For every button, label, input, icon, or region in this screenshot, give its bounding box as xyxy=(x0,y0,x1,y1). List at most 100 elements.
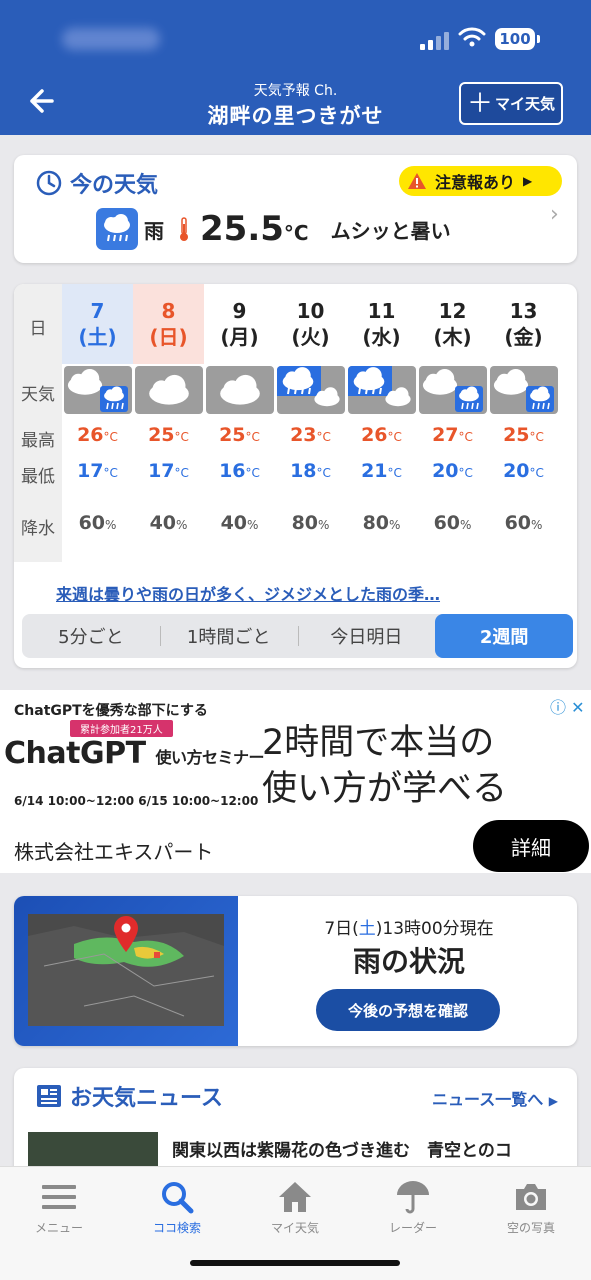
forecast-precip: 80% xyxy=(346,512,417,534)
tab-hourly[interactable]: 1時間ごと xyxy=(159,614,298,658)
tab-today-tomorrow[interactable]: 今日明日 xyxy=(297,614,436,658)
forecast-high: 25°C xyxy=(133,424,204,446)
forecast-dow: (水) xyxy=(362,325,401,349)
tab-search-label: ココ検索 xyxy=(152,1221,201,1235)
forecast-low-value: 18 xyxy=(290,460,317,482)
tab-my-weather-label: マイ天気 xyxy=(270,1221,319,1235)
forecast-date: 7 xyxy=(90,299,105,323)
cloudy-then-rain-icon xyxy=(419,366,487,414)
forecast-precip-value: 80 xyxy=(362,512,390,534)
forecast-high-unit: °C xyxy=(245,430,260,444)
forecast-high: 25°C xyxy=(488,424,559,446)
app-header: 100 天気予報 Ch. 湖畔の里つきがせ ＋マイ天気 xyxy=(0,0,591,135)
tab-radar-label: レーダー xyxy=(388,1221,437,1235)
home-indicator xyxy=(190,1260,400,1266)
forecast-day-13[interactable]: 13 (金) 25°C 20°C 60% xyxy=(488,284,559,562)
current-condition: 雨 xyxy=(144,218,164,243)
news-list-link[interactable]: ニュース一覧へ ▶ xyxy=(432,1086,558,1110)
forecast-low-value: 20 xyxy=(503,460,530,482)
radar-time-prefix: 7日( xyxy=(324,919,359,939)
wifi-icon xyxy=(458,27,486,47)
forecast-low-unit: °C xyxy=(245,466,260,480)
forecast-low-unit: °C xyxy=(174,466,189,480)
tab-menu-label: メニュー xyxy=(34,1221,83,1235)
forecast-low-value: 16 xyxy=(219,460,246,482)
ad-brand: ChatGPT 使い方セミナー xyxy=(4,736,265,771)
cloudy-then-rain-icon xyxy=(490,366,558,414)
battery-icon: 100 xyxy=(495,28,540,50)
cloudy-then-rain-icon xyxy=(64,366,132,414)
tab-radar[interactable]: レーダー xyxy=(358,1175,468,1236)
home-icon xyxy=(240,1175,350,1219)
forecast-day-12[interactable]: 12 (木) 27°C 20°C 60% xyxy=(417,284,488,562)
forecast-day-10[interactable]: 10 (火) 23°C 18°C 80% xyxy=(275,284,346,562)
menu-icon xyxy=(4,1175,114,1219)
forecast-date: 8 xyxy=(161,299,176,323)
forecast-day-header: 7 (土) xyxy=(62,284,133,364)
radar-card[interactable]: 7日(土)13時00分現在 雨の状況 今後の予想を確認 xyxy=(14,896,577,1046)
rain-icon xyxy=(96,208,138,250)
forecast-precip-value: 60 xyxy=(433,512,461,534)
forecast-high-value: 26 xyxy=(361,424,388,446)
forecast-check-button[interactable]: 今後の予想を確認 xyxy=(316,989,500,1031)
tab-my-weather[interactable]: マイ天気 xyxy=(240,1175,350,1236)
ad-brand-name: ChatGPT xyxy=(4,736,146,771)
chevron-right-icon: › xyxy=(550,202,559,227)
forecast-high-unit: °C xyxy=(529,430,544,444)
forecast-high-unit: °C xyxy=(387,430,402,444)
advertisement-banner[interactable]: ChatGPTを優秀な部下にする 累計参加者21万人 ChatGPT 使い方セミ… xyxy=(0,690,591,873)
forecast-precip: 40% xyxy=(133,512,204,534)
tab-5min[interactable]: 5分ごと xyxy=(22,614,160,658)
forecast-dow: (月) xyxy=(220,325,259,349)
forecast-precip-value: 60 xyxy=(504,512,532,534)
forecast-high-value: 25 xyxy=(148,424,175,446)
forecast-precip-unit: % xyxy=(460,518,472,532)
label-low: 最低 xyxy=(21,467,55,487)
forecast-low: 18°C xyxy=(275,460,346,482)
ad-details-button[interactable]: 詳細 xyxy=(473,820,589,872)
ad-info-icon[interactable]: ⓘ ✕ xyxy=(550,694,585,718)
warning-badge[interactable]: 注意報あり ▶ xyxy=(399,166,562,196)
forecast-precip-unit: % xyxy=(318,518,330,532)
tab-menu[interactable]: メニュー xyxy=(4,1175,114,1236)
tab-sky-photos-label: 空の写真 xyxy=(506,1221,555,1235)
tab-2weeks[interactable]: 2週間 xyxy=(435,614,573,658)
label-weather: 天気 xyxy=(21,385,55,405)
forecast-precip-value: 40 xyxy=(220,512,248,534)
current-conditions: 雨 25.5°C ムシッと暑い xyxy=(96,208,451,250)
rain-then-cloudy-icon xyxy=(277,366,345,414)
rain-then-cloudy-icon xyxy=(348,366,416,414)
forecast-precip: 40% xyxy=(204,512,275,534)
ad-headline-line-1: 2時間で本当の xyxy=(262,723,495,763)
forecast-precip-value: 80 xyxy=(291,512,319,534)
weather-news-heading: お天気ニュース xyxy=(36,1080,223,1112)
forecast-day-7[interactable]: 7 (土) 26°C 17°C 60% xyxy=(62,284,133,562)
forecast-low: 20°C xyxy=(417,460,488,482)
forecast-high: 23°C xyxy=(275,424,346,446)
ad-headline: 2時間で本当の 使い方が学べる xyxy=(262,720,507,812)
carrier-blur xyxy=(62,28,160,50)
forecast-low-unit: °C xyxy=(458,466,473,480)
forecast-low-value: 17 xyxy=(148,460,175,482)
forecast-tabs: 5分ごと 1時間ごと 今日明日 2週間 xyxy=(22,614,573,658)
forecast-high-unit: °C xyxy=(458,430,473,444)
ad-badge: 累計参加者21万人 xyxy=(70,720,173,737)
forecast-day-8[interactable]: 8 (日) 25°C 17°C 40% xyxy=(133,284,204,562)
radar-map-thumbnail xyxy=(14,896,238,1046)
news-headline[interactable]: 関東以西は紫陽花の色づき進む 青空とのコ xyxy=(172,1136,512,1161)
cloudy-icon xyxy=(206,366,274,414)
forecast-day-9[interactable]: 9 (月) 25°C 16°C 40% xyxy=(204,284,275,562)
forecast-low-unit: °C xyxy=(387,466,402,480)
tab-sky-photos[interactable]: 空の写真 xyxy=(476,1175,586,1236)
forecast-high-value: 25 xyxy=(219,424,246,446)
forecast-precip: 60% xyxy=(62,512,133,534)
add-my-weather-button[interactable]: ＋マイ天気 xyxy=(459,82,563,125)
warning-label: 注意報あり xyxy=(435,173,516,192)
forecast-day-11[interactable]: 11 (水) 26°C 21°C 80% xyxy=(346,284,417,562)
tab-search[interactable]: ココ検索 xyxy=(122,1175,232,1236)
newspaper-icon xyxy=(37,1085,61,1107)
forecast-high: 26°C xyxy=(62,424,133,446)
forecast-headline-link[interactable]: 来週は曇りや雨の日が多く、ジメジメとした雨の季… xyxy=(56,581,440,605)
status-bar: 100 xyxy=(0,22,591,58)
search-icon xyxy=(122,1175,232,1219)
